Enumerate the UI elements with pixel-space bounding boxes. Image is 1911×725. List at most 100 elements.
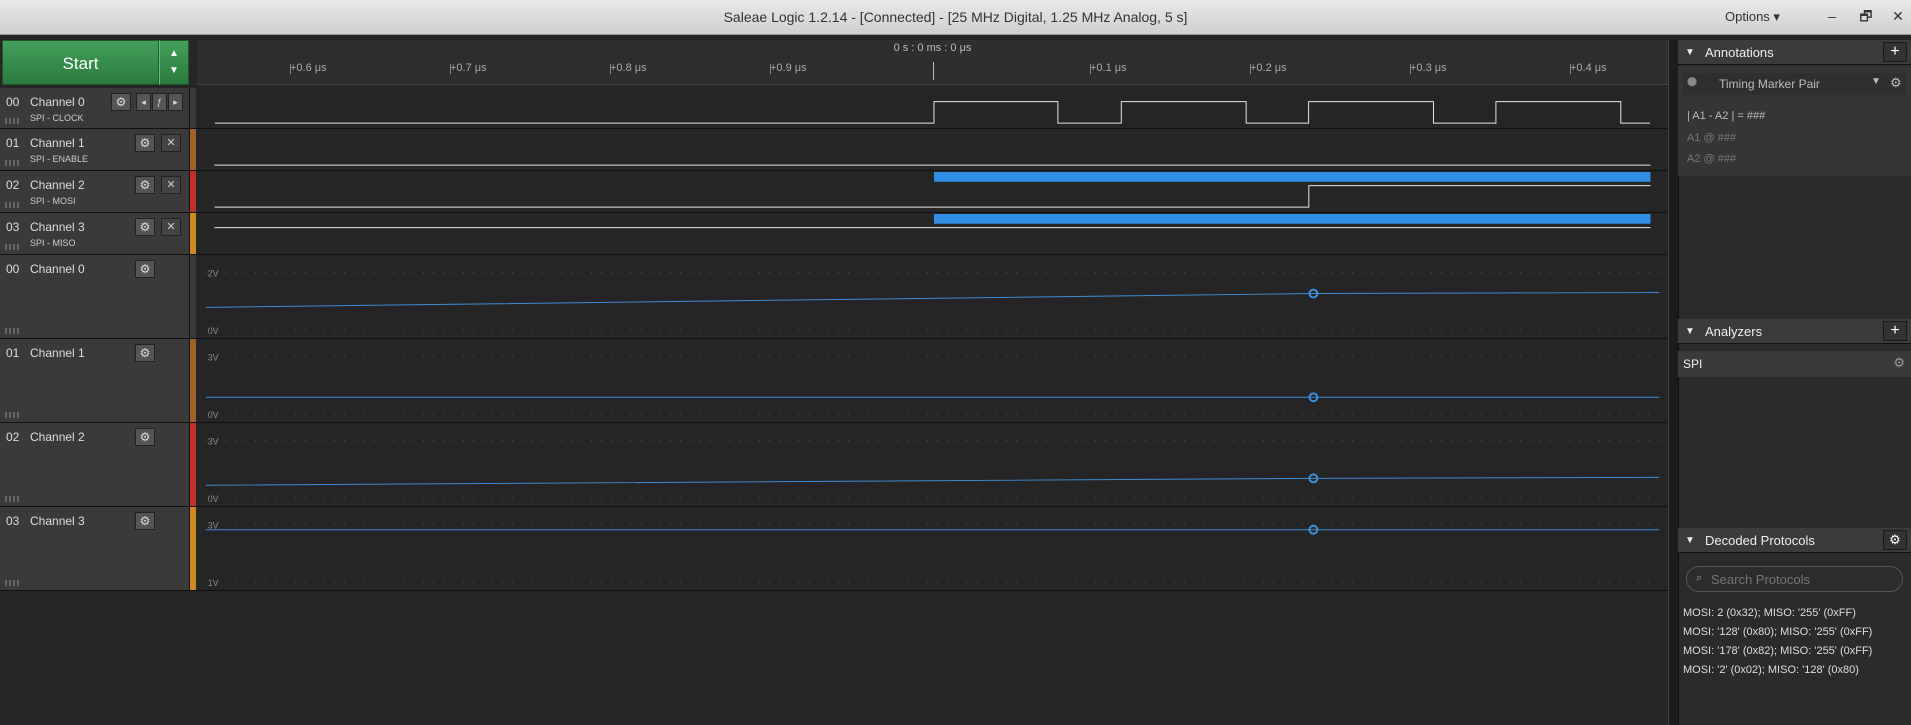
gear-icon[interactable]: ⚙ [135,428,155,446]
analog-channel-row[interactable]: 00 Channel 0 ⚙ 2V 0V [0,255,1668,339]
drag-handle-icon[interactable] [5,412,19,418]
channel-name[interactable]: Channel 1 [30,346,85,360]
add-analyzer-button[interactable]: + [1883,321,1907,341]
analog-channel-row[interactable]: 03 Channel 3 ⚙ 3V 1V [0,507,1668,591]
minimize-button[interactable]: – [1818,5,1846,27]
channel-subtitle: SPI - ENABLE [30,154,89,164]
analyzer-item[interactable]: SPI ⚙ [1678,351,1911,377]
channel-name[interactable]: Channel 3 [30,514,85,528]
search-icon: ⌕ [1696,572,1703,584]
ruler-tick-label: +0.8 μs [610,62,647,74]
digital-channel-row[interactable]: 00 Channel 0 SPI - CLOCK ⚙ ◂ ƒ ▸ [0,88,1668,129]
gear-icon[interactable]: ⚙ [135,260,155,278]
arrow-left-icon[interactable]: ◂ [136,93,151,111]
drag-handle-icon[interactable] [5,580,19,586]
gear-icon[interactable]: ⚙ [135,218,155,236]
channel-color-bar [190,129,196,170]
marker-pair-label: Timing Marker Pair [1719,77,1820,91]
add-annotation-button[interactable]: + [1883,42,1907,62]
drag-handle-icon[interactable] [5,202,19,208]
search-protocols-input[interactable] [1711,570,1891,588]
digital-channel-row[interactable]: 02 Channel 2 SPI - MOSI ⚙ ✕ [0,171,1668,213]
options-button[interactable]: Options ▾ [1725,9,1780,25]
miso-decode-bar[interactable] [933,213,1651,224]
gear-icon[interactable]: ⚙ [135,176,155,194]
analog-waveform: 3V 0V [197,423,1668,506]
decoded-row[interactable]: MOSI: '2' (0x02); MISO: '128' (0x80) [1683,664,1859,676]
collapse-arrow-icon[interactable]: ▼ [1685,319,1695,344]
annotations-header[interactable]: ▼ Annotations + [1678,40,1911,65]
arrow-right-icon[interactable]: ▸ [168,93,183,111]
ruler-center-time: 0 s : 0 ms : 0 μs [893,42,972,54]
gear-icon[interactable]: ⚙ [1893,355,1905,371]
channel-number: 00 [6,262,20,276]
close-icon[interactable]: ✕ [161,134,181,152]
voltage-label-bottom: 0V [208,494,219,504]
mosi-decode-bar[interactable] [933,171,1651,182]
close-window-button[interactable]: ✕ [1884,5,1911,27]
analog-channel-row[interactable]: 02 Channel 2 ⚙ 3V 0V [0,423,1668,507]
decoded-row[interactable]: MOSI: '128' (0x80); MISO: '255' (0xFF) [1683,626,1872,638]
channel-name[interactable]: Channel 3 [30,220,85,234]
channel-name[interactable]: Channel 0 [30,95,85,109]
channel-label-panel: 00 Channel 0 ⚙ [0,255,190,338]
collapse-arrow-icon[interactable]: ▼ [1685,528,1695,553]
decoded-protocols-header[interactable]: ▼ Decoded Protocols ⚙ [1678,528,1911,553]
gear-icon[interactable]: ⚙ [1883,530,1907,550]
channel-name[interactable]: Channel 2 [30,430,85,444]
analog-channel-row[interactable]: 01 Channel 1 ⚙ 3V 0V [0,339,1668,423]
channel-name[interactable]: Channel 0 [30,262,85,276]
voltage-label-top: 3V [208,437,219,447]
restore-button[interactable]: 🗗 [1852,5,1880,27]
channel-label-panel: 03 Channel 3 ⚙ [0,507,190,590]
decoded-row[interactable]: MOSI: 2 (0x32); MISO: '255' (0xFF) [1683,607,1856,619]
gear-icon[interactable]: ⚙ [135,512,155,530]
ruler-zero-marker [933,62,934,80]
gear-icon[interactable]: ⚙ [135,134,155,152]
channel-color-bar [190,507,196,590]
decoded-row[interactable]: MOSI: '178' (0x82); MISO: '255' (0xFF) [1683,645,1872,657]
channel-name[interactable]: Channel 2 [30,178,85,192]
marker-pair-row[interactable]: ⬤ Timing Marker Pair ▼ ⚙ [1683,73,1906,95]
analog-waveform: 3V 1V [197,507,1668,590]
analyzer-item-label: SPI [1683,357,1703,371]
pin-icon: ⬤ [1687,76,1698,86]
start-options-button[interactable]: ▲ ▼ [159,40,189,85]
marker-formula: | A1 - A2 | = ### [1687,110,1766,122]
analog-waveform: 2V 0V [197,255,1668,338]
drag-handle-icon[interactable] [5,244,19,250]
channel-color-bar [190,171,196,212]
gear-icon[interactable]: ⚙ [135,344,155,362]
digital-channel-row[interactable]: 03 Channel 3 SPI - MISO ⚙ ✕ [0,213,1668,255]
panel-splitter[interactable] [1668,40,1678,725]
channel-color-bar [190,213,196,254]
drag-handle-icon[interactable] [5,328,19,334]
voltage-label-bottom: 0V [208,410,219,420]
search-protocols-field[interactable]: ⌕ [1686,566,1903,592]
drag-handle-icon[interactable] [5,496,19,502]
ruler-tick-label: +0.3 μs [1410,62,1447,74]
digital-channel-row[interactable]: 01 Channel 1 SPI - ENABLE ⚙ ✕ [0,129,1668,171]
collapse-arrow-icon[interactable]: ▼ [1685,40,1695,65]
channel-label-panel: 02 Channel 2 SPI - MOSI ⚙ ✕ [0,171,190,212]
gear-icon[interactable]: ⚙ [1890,75,1902,91]
trigger-icon[interactable]: ƒ [152,93,167,111]
chevron-down-icon: ▼ [169,65,179,76]
channel-label-panel: 01 Channel 1 SPI - ENABLE ⚙ ✕ [0,129,190,170]
start-button[interactable]: Start [2,40,159,85]
miso-waveform [197,213,1668,254]
channel-number: 02 [6,178,20,192]
analyzers-header[interactable]: ▼ Analyzers + [1678,319,1911,344]
chevron-down-icon[interactable]: ▼ [1871,76,1881,87]
close-icon[interactable]: ✕ [161,218,181,236]
ruler-tick-label: +0.1 μs [1090,62,1127,74]
gear-icon[interactable]: ⚙ [111,93,131,111]
channel-label-panel: 01 Channel 1 ⚙ [0,339,190,422]
ruler-tick-label: +0.2 μs [1250,62,1287,74]
drag-handle-icon[interactable] [5,118,19,124]
close-icon[interactable]: ✕ [161,176,181,194]
drag-handle-icon[interactable] [5,160,19,166]
window-title: Saleae Logic 1.2.14 - [Connected] - [25 … [723,9,1188,25]
channel-name[interactable]: Channel 1 [30,136,85,150]
voltage-label-top: 2V [208,269,219,279]
